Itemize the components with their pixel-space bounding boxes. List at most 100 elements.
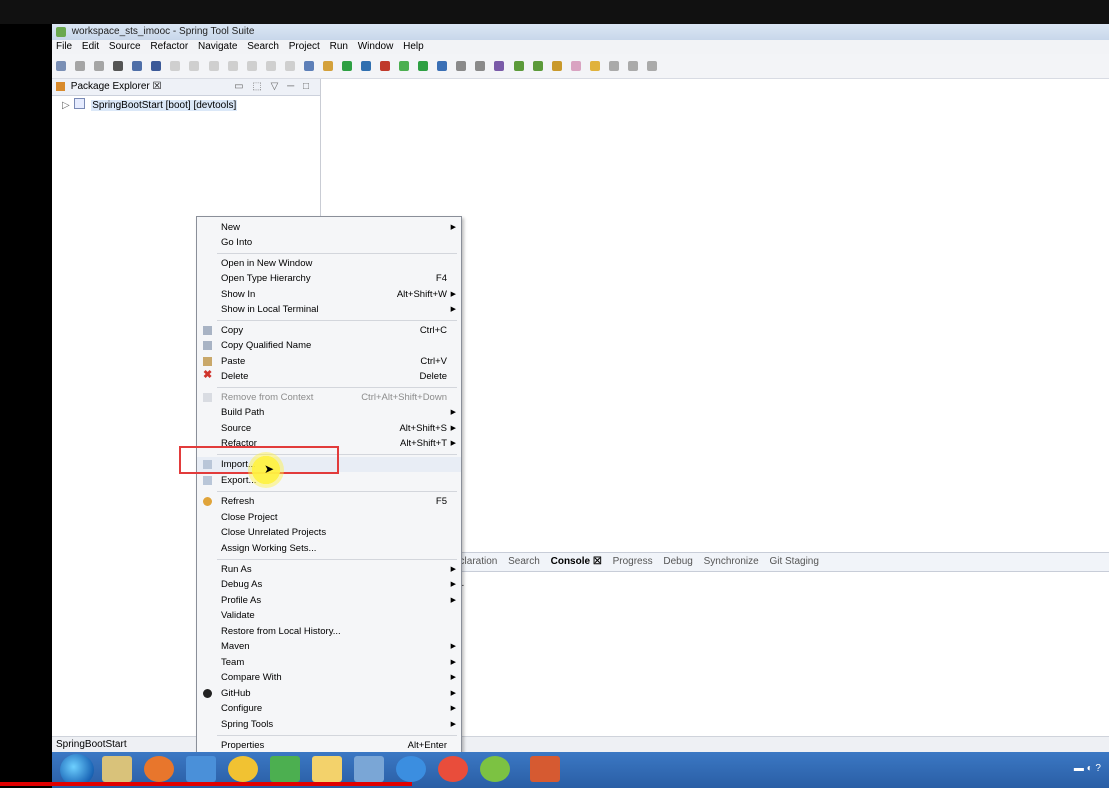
menu-item-show-in-local-terminal[interactable]: Show in Local Terminal ▶ <box>197 302 461 317</box>
menu-help[interactable]: Help <box>403 41 424 52</box>
search-icon[interactable] <box>570 61 581 71</box>
menu-item-open-type-hierarchy[interactable]: Open Type Hierarchy F4 <box>197 271 461 286</box>
suspend-icon[interactable] <box>189 61 200 71</box>
spring-boot-icon[interactable] <box>513 61 524 71</box>
tab-search[interactable]: Search <box>508 556 540 567</box>
menu-source[interactable]: Source <box>109 41 141 52</box>
menu-item-refresh[interactable]: Refresh F5 <box>197 494 461 509</box>
app-yellow-icon[interactable] <box>228 756 258 782</box>
menu-item-run-as[interactable]: Run As ▶ <box>197 562 461 577</box>
package-explorer-tab[interactable]: Package Explorer ☒ ▭ ⬚ ▽ ─ □ <box>52 79 320 96</box>
new-icon[interactable] <box>56 61 66 71</box>
tab-git-staging[interactable]: Git Staging <box>769 556 818 567</box>
menu-item-configure[interactable]: Configure ▶ <box>197 701 461 716</box>
skip-breakpoints-icon[interactable] <box>151 61 162 71</box>
powerpoint-icon[interactable] <box>530 756 560 782</box>
start-server-icon[interactable] <box>341 61 352 71</box>
external-tools-icon[interactable] <box>437 61 448 71</box>
menu-item-maven[interactable]: Maven ▶ <box>197 639 461 654</box>
file-explorer-icon[interactable] <box>102 756 132 782</box>
spring-tool-suite-icon[interactable] <box>270 756 300 782</box>
menu-item-paste[interactable]: Paste Ctrl+V <box>197 354 461 369</box>
spring-icon[interactable] <box>380 61 391 71</box>
system-tray[interactable]: ▬ ◐ ? <box>1074 763 1101 774</box>
spring-dashboard-icon[interactable] <box>113 61 124 71</box>
menu-item-label: Properties <box>221 740 265 751</box>
menu-item-debug-as[interactable]: Debug As ▶ <box>197 577 461 592</box>
menu-item-restore-from-local-history[interactable]: Restore from Local History... <box>197 624 461 639</box>
tab-console[interactable]: Console ☒ <box>551 556 602 567</box>
menu-search[interactable]: Search <box>247 41 279 52</box>
expand-arrow-icon[interactable]: ▷ <box>62 100 70 111</box>
menu-item-build-path[interactable]: Build Path ▶ <box>197 405 461 420</box>
network-icon[interactable] <box>354 756 384 782</box>
open-type-icon[interactable] <box>494 61 505 71</box>
step-into-icon[interactable] <box>246 61 257 71</box>
save-all-icon[interactable] <box>94 61 105 71</box>
menu-refactor[interactable]: Refactor <box>150 41 188 52</box>
menu-edit[interactable]: Edit <box>82 41 99 52</box>
tab-progress[interactable]: Progress <box>613 556 653 567</box>
step-return-icon[interactable] <box>284 61 295 71</box>
tab-synchronize[interactable]: Synchronize <box>704 556 759 567</box>
menu-item-source[interactable]: Source Alt+Shift+S ▶ <box>197 421 461 436</box>
terminal-icon[interactable] <box>132 61 143 71</box>
run-icon[interactable] <box>418 61 429 71</box>
menu-item-export[interactable]: Export... <box>197 473 461 488</box>
disconnect-icon[interactable] <box>227 61 238 71</box>
forward-icon[interactable] <box>646 61 657 71</box>
terminate-icon[interactable] <box>208 61 219 71</box>
annotation-icon[interactable] <box>589 61 600 71</box>
app-blue-circle-icon[interactable] <box>396 756 426 782</box>
open-task-icon[interactable] <box>551 61 562 71</box>
app-blue-icon[interactable] <box>186 756 216 782</box>
view-controls[interactable]: ▭ ⬚ ▽ ─ □ <box>234 79 312 95</box>
tab-debug[interactable]: Debug <box>663 556 692 567</box>
menu-item-label: Show in Local Terminal <box>221 304 319 315</box>
menu-item-compare-with[interactable]: Compare With ▶ <box>197 670 461 685</box>
menu-item-label: Team <box>221 657 245 668</box>
menu-item-github[interactable]: GitHub ▶ <box>197 686 461 701</box>
save-icon[interactable] <box>75 61 86 71</box>
step-over-icon[interactable] <box>265 61 276 71</box>
menu-item-new[interactable]: New ▶ <box>197 220 461 235</box>
menu-item-open-in-new-window[interactable]: Open in New Window <box>197 256 461 271</box>
debug-icon[interactable] <box>399 61 410 71</box>
menu-item-copy[interactable]: Copy Ctrl+C <box>197 323 461 338</box>
menu-item-team[interactable]: Team ▶ <box>197 655 461 670</box>
resume-icon[interactable] <box>170 61 181 71</box>
export-icon <box>203 476 212 485</box>
menu-item-delete[interactable]: ✖ Delete Delete <box>197 369 461 384</box>
menu-window[interactable]: Window <box>358 41 394 52</box>
menu-item-remove-from-context[interactable]: Remove from Context Ctrl+Alt+Shift+Down <box>197 390 461 405</box>
menu-item-profile-as[interactable]: Profile As ▶ <box>197 593 461 608</box>
app-green-icon[interactable] <box>480 756 510 782</box>
menu-item-copy-qualified-name[interactable]: Copy Qualified Name <box>197 338 461 353</box>
back-icon[interactable] <box>627 61 638 71</box>
menu-item-close-unrelated-projects[interactable]: Close Unrelated Projects <box>197 525 461 540</box>
menu-item-validate[interactable]: Validate <box>197 608 461 623</box>
new-spring-starter-icon[interactable] <box>532 61 543 71</box>
menu-item-assign-working-sets[interactable]: Assign Working Sets... <box>197 541 461 556</box>
new-java-icon[interactable] <box>456 61 467 71</box>
folder-icon[interactable] <box>312 756 342 782</box>
menu-item-go-into[interactable]: Go Into <box>197 235 461 250</box>
menu-run[interactable]: Run <box>330 41 348 52</box>
menu-file[interactable]: File <box>56 41 72 52</box>
new-package-icon[interactable] <box>475 61 486 71</box>
chrome-icon[interactable] <box>438 756 468 782</box>
menu-item-label: Maven <box>221 641 250 652</box>
menu-item-close-project[interactable]: Close Project <box>197 510 461 525</box>
menu-item-properties[interactable]: Properties Alt+Enter <box>197 738 461 753</box>
firefox-icon[interactable] <box>144 756 174 782</box>
next-annotation-icon[interactable] <box>608 61 619 71</box>
open-perspective-icon[interactable] <box>361 61 371 71</box>
menu-project[interactable]: Project <box>289 41 320 52</box>
use-step-filters-icon[interactable] <box>303 61 314 71</box>
menu-item-spring-tools[interactable]: Spring Tools ▶ <box>197 717 461 732</box>
status-text: SpringBootStart <box>56 739 127 750</box>
refresh-servers-icon[interactable] <box>322 61 333 71</box>
tree-item-project[interactable]: ▷ SpringBootStart [boot] [devtools] <box>62 98 238 112</box>
menu-navigate[interactable]: Navigate <box>198 41 237 52</box>
menu-item-show-in[interactable]: Show In Alt+Shift+W ▶ <box>197 287 461 302</box>
